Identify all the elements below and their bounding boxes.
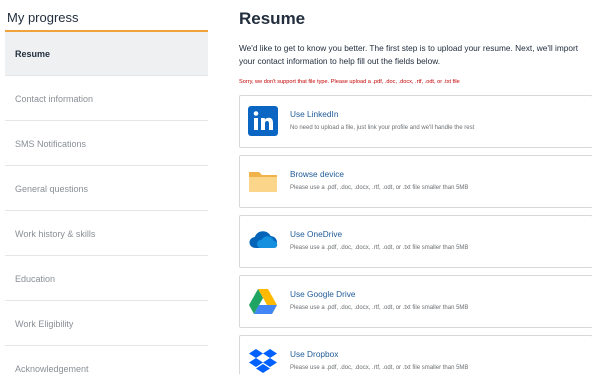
option-title: Use Google Drive <box>290 289 356 299</box>
use-linkedin-option[interactable]: Use LinkedIn No need to upload a file, j… <box>239 95 592 148</box>
dropbox-icon <box>248 346 278 374</box>
option-description: No need to upload a file, just link your… <box>290 125 475 131</box>
page-title: Resume <box>239 9 306 28</box>
step-work-history-skills[interactable]: Work history & skills <box>5 212 208 256</box>
option-description: Please use a .pdf, .doc, .docx, .rtf, .o… <box>290 305 469 311</box>
linkedin-icon <box>248 106 278 136</box>
intro-text: We'd like to get to know you better. The… <box>239 43 579 66</box>
option-description: Please use a .pdf, .doc, .docx, .rtf, .o… <box>290 185 469 191</box>
step-acknowledgement[interactable]: Acknowledgement <box>5 347 208 374</box>
option-title: Use LinkedIn <box>290 109 339 119</box>
error-message: Sorry, we don't support that file type. … <box>239 79 460 85</box>
sidebar-title: My progress <box>7 10 79 25</box>
step-contact-information[interactable]: Contact information <box>5 77 208 121</box>
onedrive-icon <box>248 226 278 256</box>
use-dropbox-option[interactable]: Use Dropbox Please use a .pdf, .doc, .do… <box>239 335 592 374</box>
step-resume[interactable]: Resume <box>5 32 208 76</box>
option-description: Please use a .pdf, .doc, .docx, .rtf, .o… <box>290 245 469 251</box>
option-title: Browse device <box>290 169 344 179</box>
step-sms-notifications[interactable]: SMS Notifications <box>5 122 208 166</box>
use-onedrive-option[interactable]: Use OneDrive Please use a .pdf, .doc, .d… <box>239 215 592 268</box>
option-title: Use Dropbox <box>290 349 339 359</box>
step-work-eligibility[interactable]: Work Eligibility <box>5 302 208 346</box>
step-education[interactable]: Education <box>5 257 208 301</box>
browse-device-option[interactable]: Browse device Please use a .pdf, .doc, .… <box>239 155 592 208</box>
google-drive-icon <box>248 286 278 316</box>
resume-panel: Resume We'd like to get to know you bett… <box>238 0 592 374</box>
progress-sidebar: My progress Resume Contact information S… <box>0 0 210 374</box>
use-google-drive-option[interactable]: Use Google Drive Please use a .pdf, .doc… <box>239 275 592 328</box>
folder-icon <box>248 166 278 196</box>
option-title: Use OneDrive <box>290 229 343 239</box>
option-description: Please use a .pdf, .doc, .docx, .rtf, .o… <box>290 365 469 371</box>
step-general-questions[interactable]: General questions <box>5 167 208 211</box>
